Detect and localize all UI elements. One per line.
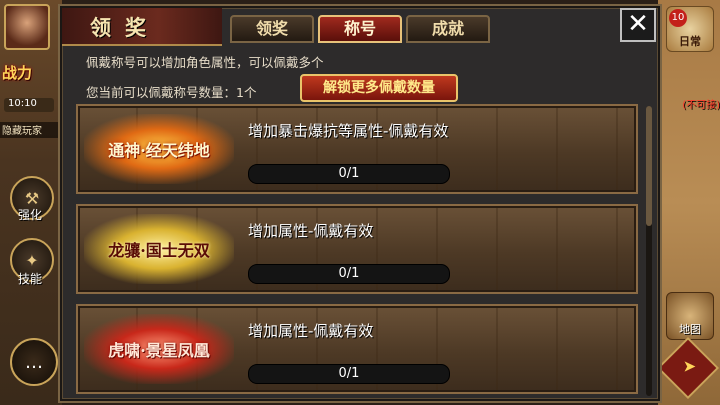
title-card[interactable]: 通神·经天纬地 增加暴击爆抗等属性-佩戴有效 0/1 (76, 104, 638, 194)
progress-text: 0/1 (338, 166, 360, 181)
progress-text: 0/1 (338, 366, 360, 381)
title-description: 增加属性-佩戴有效 (248, 322, 374, 340)
scrollbar-thumb[interactable] (646, 106, 652, 226)
title-badge: 龙骧·国士无双 (84, 214, 234, 284)
panel-title: 领奖 (90, 15, 160, 40)
power-label: 战力 (2, 64, 33, 82)
progress-text: 0/1 (338, 266, 360, 281)
title-panel: 领奖 领奖 称号 成就 ✕ 佩戴称号可以增加角色属性，可以佩戴多个 您当前可以佩… (58, 4, 662, 403)
title-badge: 通神·经天纬地 (84, 114, 234, 184)
left-hud: 战力 10:10 隐藏玩家 ⚒ 强化 ✦ 技能 … (0, 0, 62, 405)
title-description: 增加属性-佩戴有效 (248, 222, 374, 240)
attack-direction-button[interactable]: ➤ (656, 336, 720, 400)
chat-bubble-icon: … (25, 351, 43, 373)
anvil-icon: ⚒ (24, 188, 40, 208)
chat-button[interactable]: … (10, 338, 58, 386)
tab-achievements[interactable]: 成就 (406, 15, 490, 43)
quest-status-text: (不可接) (682, 100, 720, 111)
enhance-label: 强化 (17, 208, 42, 222)
tab-bar: 领奖 称号 成就 (230, 15, 490, 43)
unlock-slots-button[interactable]: 解锁更多佩戴数量 (300, 74, 458, 102)
info-text: 佩戴称号可以增加角色属性，可以佩戴多个 (86, 55, 324, 70)
close-button[interactable]: ✕ (620, 8, 656, 42)
progress-bar: 0/1 (248, 364, 450, 384)
avatar[interactable] (4, 4, 50, 50)
slots-text: 您当前可以佩戴称号数量：1个 (86, 85, 257, 100)
right-hud: 10 日常 (不可接) 地图 ➤ (656, 0, 720, 405)
daily-label: 日常 (679, 35, 701, 48)
tab-rewards[interactable]: 领奖 (230, 15, 314, 43)
daily-count-badge: 10 (669, 9, 687, 27)
daily-button[interactable]: 10 日常 (666, 6, 714, 52)
scrollbar[interactable] (646, 106, 652, 396)
skill-label: 技能 (17, 272, 42, 286)
map-label: 地图 (679, 323, 701, 336)
arrow-icon: ➤ (682, 356, 697, 376)
timer-badge: 10:10 (4, 98, 54, 112)
scroll-icon: ✦ (25, 250, 39, 270)
panel-title-plate: 领奖 (62, 8, 222, 46)
map-button[interactable]: 地图 (666, 292, 714, 340)
title-badge: 虎啸·景星凤凰 (84, 314, 234, 384)
tab-titles[interactable]: 称号 (318, 15, 402, 43)
title-description: 增加暴击爆抗等属性-佩戴有效 (248, 122, 449, 140)
title-card[interactable]: 虎啸·景星凤凰 增加属性-佩戴有效 0/1 (76, 304, 638, 394)
title-card[interactable]: 龙骧·国士无双 增加属性-佩戴有效 0/1 (76, 204, 638, 294)
progress-bar: 0/1 (248, 264, 450, 284)
progress-bar: 0/1 (248, 164, 450, 184)
hide-players-button[interactable]: 隐藏玩家 (0, 122, 62, 138)
close-icon: ✕ (627, 9, 649, 39)
